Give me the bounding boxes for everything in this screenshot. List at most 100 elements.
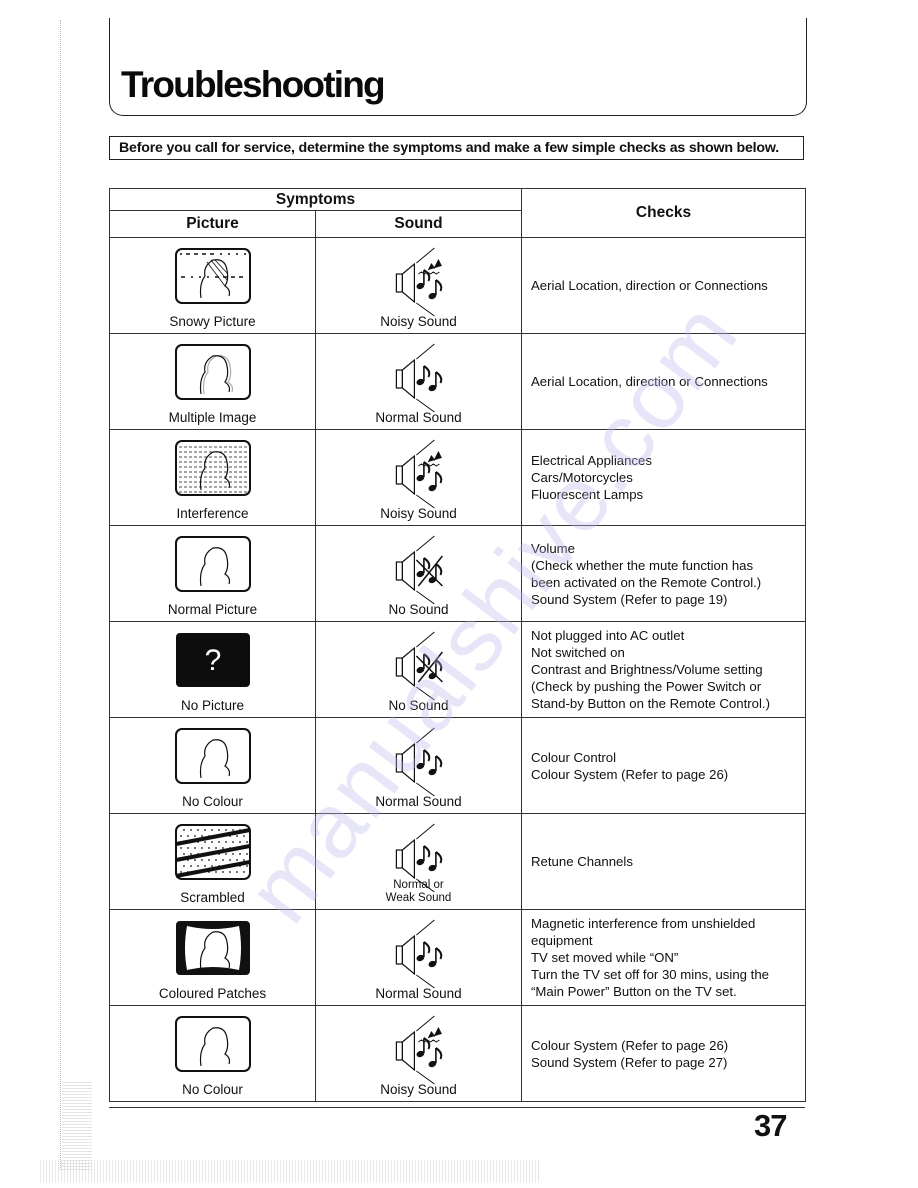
picture-symptom-label: No Picture <box>180 698 245 713</box>
sound-symptom-cell: Normal Sound <box>315 717 522 814</box>
table-row: Scrambled Normal or Weak Sound Retune Ch… <box>109 813 806 910</box>
check-item: Fluorescent Lamps <box>531 487 644 502</box>
table-row: Interference Noisy Sound Electrical Appl… <box>109 429 806 526</box>
picture-symptom-cell: Interference <box>109 429 316 526</box>
checks-cell: Aerial Location, direction or Connection… <box>521 237 806 334</box>
check-item: Aerial Location, direction or Connection… <box>531 374 768 389</box>
picture-symptom-cell: Normal Picture <box>109 525 316 622</box>
sound-symptom-label: Noisy Sound <box>380 506 457 521</box>
check-item: Not plugged into AC outlet <box>531 628 685 643</box>
check-item: Electrical Appliances <box>531 453 652 468</box>
picture-symptom-label: No Colour <box>182 1082 243 1097</box>
picture-symptom-cell: Coloured Patches <box>109 909 316 1006</box>
table-row: Multiple Image Normal Sound Aerial Locat… <box>109 333 806 430</box>
scan-bottom-artifact <box>40 1160 540 1182</box>
scan-edge-artifact <box>60 20 62 1170</box>
scan-corner-artifact <box>62 1080 92 1170</box>
checks-cell: Electrical Appliances Cars/Motorcycles Flu… <box>521 429 806 526</box>
check-item: Aerial Location, direction or Connection… <box>531 278 768 293</box>
picture-symptom-label: Snowy Picture <box>169 314 256 329</box>
table-row: Normal Picture No Sound Volume (Check whe… <box>109 525 806 622</box>
check-item: been activated on the Remote Control.) <box>531 574 762 590</box>
header-checks: Checks <box>521 188 806 238</box>
check-item: Colour System (Refer to page 26) <box>531 1037 729 1053</box>
picture-symptom-cell: Snowy Picture <box>109 237 316 334</box>
check-item: Not switched on <box>531 645 625 660</box>
sound-symptom-cell: Normal or Weak Sound <box>315 813 522 910</box>
tv-scrambled-icon <box>173 822 253 882</box>
sound-label-line: Weak Sound <box>385 891 452 904</box>
sound-symptom-cell: Normal Sound <box>315 909 522 1006</box>
sound-symptom-label: Normal Sound <box>375 986 462 1001</box>
check-item: (Check whether the mute function has <box>531 557 754 573</box>
picture-symptom-cell: ? No Picture <box>109 621 316 718</box>
speaker-normal-sound-icon <box>385 726 455 798</box>
checks-cell: Colour System (Refer to page 26) Sound Sy… <box>521 1005 806 1102</box>
check-item: Cars/Motorcycles <box>531 470 633 485</box>
check-item: TV set moved while “ON” <box>531 950 679 965</box>
troubleshooting-table: Symptoms Checks Picture Sound Snowy Pict… <box>109 188 806 1102</box>
check-item: Magnetic interference from unshielded <box>531 916 756 931</box>
tv-no-colour-icon <box>173 1014 253 1074</box>
check-item: Turn the TV set off for 30 mins, using t… <box>531 967 769 982</box>
check-item: “Main Power” Button on the TV set. <box>531 984 737 999</box>
check-item: (Check by pushing the Power Switch or <box>531 679 762 694</box>
picture-symptom-label: Coloured Patches <box>158 986 267 1001</box>
table-row: No Colour Normal Sound Colour Control Col… <box>109 717 806 814</box>
check-item: Colour Control <box>531 749 617 765</box>
checks-cell: Magnetic interference from unshielded equ… <box>521 909 806 1006</box>
check-item: Colour System (Refer to page 26) <box>531 766 729 782</box>
bottom-rule <box>109 1107 805 1108</box>
tv-multiple-image-icon <box>173 342 253 402</box>
speaker-no-sound-icon <box>385 630 455 702</box>
check-item: Contrast and Brightness/Volume setting <box>531 662 763 677</box>
checks-cell: Colour Control Colour System (Refer to pa… <box>521 717 806 814</box>
picture-symptom-label: Scrambled <box>180 890 245 905</box>
table-row: No Colour Noisy Sound Colour System (Ref… <box>109 1005 806 1102</box>
tv-interference-icon <box>173 438 253 498</box>
header-picture: Picture <box>109 210 316 238</box>
picture-symptom-label: Interference <box>176 506 249 521</box>
checks-cell: Retune Channels <box>521 813 806 910</box>
header-sound: Sound <box>315 210 522 238</box>
checks-cell: Volume (Check whether the mute function h… <box>521 525 806 622</box>
check-item: Stand-by Button on the Remote Control.) <box>531 696 770 711</box>
check-item: Retune Channels <box>531 854 633 869</box>
sound-symptom-label: Normal or Weak Sound <box>316 879 521 904</box>
sound-label-line: Normal or <box>393 879 444 891</box>
page-title: Troubleshooting <box>121 64 386 105</box>
picture-symptom-cell: Multiple Image <box>109 333 316 430</box>
picture-symptom-label: Multiple Image <box>168 410 257 425</box>
table-row: Snowy Picture Noisy Sound Aerial Locatio… <box>109 237 806 334</box>
picture-symptom-cell: Scrambled <box>109 813 316 910</box>
check-item: Sound System (Refer to page 19) <box>531 591 728 607</box>
sound-symptom-label: Noisy Sound <box>380 1082 457 1097</box>
tv-normal-picture-icon <box>173 534 253 594</box>
table-row: ? No Picture No Sound Not plugged into A… <box>109 621 806 718</box>
table-row: Coloured Patches Normal Sound Magnetic i… <box>109 909 806 1006</box>
page-number: 37 <box>754 1108 787 1143</box>
svg-text:?: ? <box>204 644 221 677</box>
speaker-noisy-sound-icon <box>385 246 455 318</box>
sound-symptom-cell: Normal Sound <box>315 333 522 430</box>
picture-symptom-cell: No Colour <box>109 1005 316 1102</box>
header-symptoms: Symptoms <box>109 188 522 211</box>
sound-symptom-cell: No Sound <box>315 621 522 718</box>
check-item: equipment <box>531 933 593 948</box>
check-item: Volume <box>531 540 575 556</box>
sound-symptom-label: Normal Sound <box>375 410 462 425</box>
picture-symptom-label: No Colour <box>182 794 243 809</box>
checks-cell: Aerial Location, direction or Connection… <box>521 333 806 430</box>
speaker-noisy-sound-icon <box>385 438 455 510</box>
sound-symptom-cell: Noisy Sound <box>315 429 522 526</box>
sound-symptom-cell: Noisy Sound <box>315 237 522 334</box>
sound-symptom-label: No Sound <box>388 698 449 713</box>
speaker-no-sound-icon <box>385 534 455 606</box>
tv-coloured-patches-icon <box>173 918 253 978</box>
sound-symptom-label: No Sound <box>388 602 449 617</box>
sound-symptom-label: Normal Sound <box>375 794 462 809</box>
tv-snowy-picture-icon <box>173 246 253 306</box>
picture-symptom-cell: No Colour <box>109 717 316 814</box>
tv-no-colour-icon <box>173 726 253 786</box>
sound-symptom-label: Noisy Sound <box>380 314 457 329</box>
